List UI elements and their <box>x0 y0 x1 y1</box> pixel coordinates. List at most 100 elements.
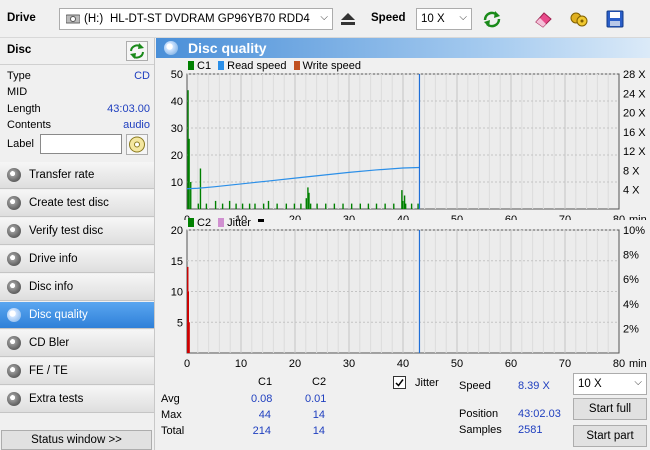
nav-label: Drive info <box>29 253 78 265</box>
disc-label-icon <box>129 136 145 153</box>
refresh-icon <box>483 11 501 28</box>
x-tick-label: 50 <box>451 358 463 368</box>
y-tick-label: 40 <box>171 96 183 108</box>
jitter-checkbox[interactable] <box>393 376 406 389</box>
nav-drive-info[interactable]: Drive info <box>0 246 154 273</box>
disc-refresh-button[interactable] <box>126 41 148 61</box>
drive-letter: (H:) <box>84 13 104 25</box>
info-key: MID <box>7 86 28 98</box>
disc-label-input[interactable] <box>40 134 122 154</box>
save-button[interactable] <box>602 6 628 32</box>
position-readout: 43:02.03 <box>518 408 561 420</box>
speed-select[interactable]: 10 X ⌵ <box>416 8 472 30</box>
y-tick-label: 10 <box>171 177 183 189</box>
y2-tick-label: 20 X <box>623 108 646 120</box>
jitter-checkbox-label: Jitter <box>415 377 439 389</box>
legend-dash <box>258 219 265 222</box>
y-tick-label: 50 <box>171 70 183 81</box>
eject-button[interactable] <box>335 6 361 32</box>
x-tick-label: 70 <box>559 358 571 368</box>
disc-info-row: MID <box>7 86 150 102</box>
drive-name: HL-DT-ST DVDRAM GP96YB70 RDD4 <box>110 13 310 25</box>
y2-tick-label: 28 X <box>623 70 646 81</box>
nav-create-test-disc[interactable]: Create test disc <box>0 190 154 217</box>
stats-c2-value: 14 <box>312 409 325 421</box>
chart-c1: 10203040504 X8 X12 X16 X20 X24 X28 X0 10 2… <box>171 70 647 220</box>
test-speed-select[interactable]: 10 X ⌵ <box>573 373 647 395</box>
status-window-button[interactable]: Status window >> <box>1 430 152 450</box>
y2-tick-label: 24 X <box>623 88 646 100</box>
disc-icon <box>7 168 21 182</box>
disc-icon <box>7 280 21 294</box>
x-tick-label: 10 <box>235 358 247 368</box>
y2-tick-label: 8 X <box>623 165 640 177</box>
stats-col-c1: C1 <box>258 376 273 388</box>
main-panel: Disc quality C1 Read speed Write speed 1… <box>156 38 650 450</box>
panel-header: Disc quality <box>156 38 650 58</box>
eject-icon <box>341 13 355 25</box>
x-tick-label: 20 <box>289 214 301 220</box>
x-tick-label: 70 <box>559 214 571 220</box>
info-key: Type <box>7 70 31 82</box>
nav-disc-info[interactable]: Disc info <box>0 274 154 301</box>
nav-verify-test-disc[interactable]: Verify test disc <box>0 218 154 245</box>
nav-extra-tests[interactable]: Extra tests <box>0 386 154 413</box>
y2-tick-label: 4 X <box>623 185 640 197</box>
y-tick-label: 20 <box>171 226 183 237</box>
x-tick-label: 60 <box>505 214 517 220</box>
disc-quality-icon <box>164 41 178 55</box>
disc-info-row: Length 43:03.00 <box>7 103 150 119</box>
x-tick-label: 30 <box>343 358 355 368</box>
samples-readout: 2581 <box>518 424 543 436</box>
x-tick-label: 20 <box>289 358 301 368</box>
position-label: Position <box>459 408 499 420</box>
chart-c2: 5 10 15 20 2% 4% 6% 8% 10% 0 10 20 30 40 50 60 70 80 min <box>171 226 647 368</box>
x-tick-label: 40 <box>397 358 409 368</box>
erase-button[interactable] <box>530 6 556 32</box>
nav-disc-quality[interactable]: Disc quality <box>0 302 154 329</box>
nav-label: Disc info <box>29 281 74 293</box>
y2-tick-label: 4% <box>623 299 639 311</box>
y2-tick-label: 12 X <box>623 146 646 158</box>
drive-label: Drive <box>7 12 36 24</box>
disc-icon <box>7 252 21 266</box>
start-part-button[interactable]: Start part <box>573 425 647 447</box>
nav-fe-te[interactable]: FE / TE <box>0 358 154 385</box>
info-key: Contents <box>7 119 52 131</box>
info-value: audio <box>123 119 150 131</box>
nav-cd-bler[interactable]: CD Bler <box>0 330 154 357</box>
nav-label: Transfer rate <box>29 169 95 181</box>
x-tick-label: 80 <box>613 214 625 220</box>
disc-icon <box>7 308 21 322</box>
chevron-down-icon: ⌵ <box>459 12 467 23</box>
y-tick-label: 10 <box>171 287 183 299</box>
x-tick-label: 30 <box>343 214 355 220</box>
nav-label: Verify test disc <box>29 225 104 237</box>
checkmark-icon <box>395 379 404 387</box>
chevron-down-icon: ⌵ <box>320 12 328 23</box>
stats-row-label: Avg <box>161 393 180 405</box>
x-axis-label: min <box>629 214 647 220</box>
disc-icon <box>7 392 21 406</box>
start-full-button[interactable]: Start full <box>573 398 647 420</box>
speed-value: 10 X <box>421 13 445 25</box>
speed-label: Speed <box>371 12 406 24</box>
eraser-icon <box>535 12 552 28</box>
y2-tick-label: 10% <box>623 226 645 237</box>
stats-col-c2: C2 <box>312 376 327 388</box>
test-speed-value: 10 X <box>578 378 602 390</box>
refresh-speed-button[interactable] <box>479 6 505 32</box>
options-button[interactable] <box>566 6 592 32</box>
info-key: Length <box>7 103 41 115</box>
label-apply-button[interactable] <box>126 134 148 155</box>
drive-icon <box>65 13 81 25</box>
disc-section-title: Disc <box>7 44 32 56</box>
nav-transfer-rate[interactable]: Transfer rate <box>0 162 154 189</box>
read-speed-swatch <box>218 61 225 70</box>
drive-select[interactable]: (H:) HL-DT-ST DVDRAM GP96YB70 RDD4 ⌵ <box>59 8 333 30</box>
panel-title: Disc quality <box>188 40 267 56</box>
nav-label: Disc quality <box>29 309 88 321</box>
refresh-icon <box>130 43 144 59</box>
stats-row-label: Total <box>161 425 185 437</box>
disc-info-row: Contents audio <box>7 119 150 135</box>
